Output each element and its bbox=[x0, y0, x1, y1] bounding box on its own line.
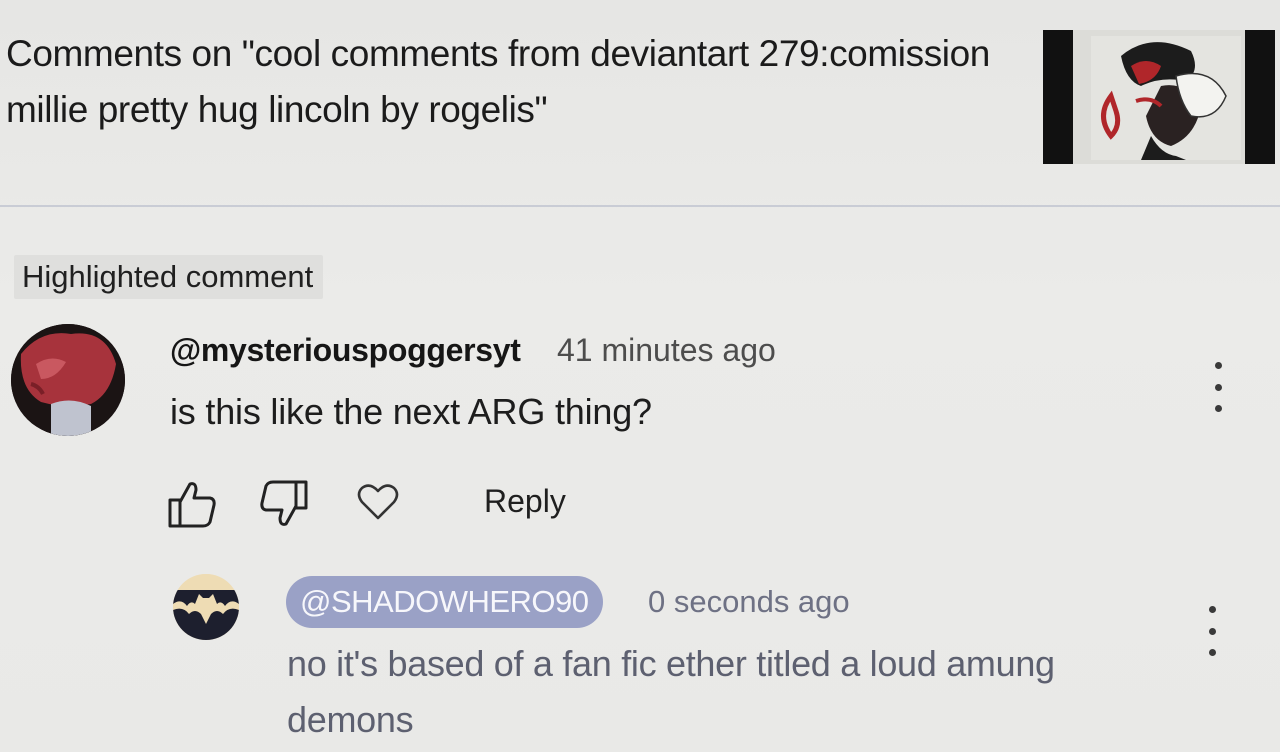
menu-dot bbox=[1214, 405, 1222, 412]
comment-author[interactable]: @mysteriouspoggersyt bbox=[170, 328, 521, 372]
more-vert-icon[interactable] bbox=[1208, 362, 1228, 412]
like-icon[interactable] bbox=[166, 478, 218, 530]
comment-text: is this like the next ARG thing? bbox=[170, 391, 652, 432]
heart-icon[interactable] bbox=[356, 482, 400, 522]
avatar[interactable] bbox=[11, 324, 125, 436]
reply-avatar[interactable] bbox=[173, 574, 239, 640]
reply-author[interactable]: @SHADOWHERO90 bbox=[286, 576, 603, 628]
page-title: Comments on "cool comments from devianta… bbox=[6, 33, 990, 130]
menu-dot bbox=[1214, 362, 1222, 369]
reply-text: no it's based of a fan fic ether titled … bbox=[287, 643, 1055, 740]
menu-dot bbox=[1208, 606, 1216, 613]
more-vert-icon[interactable] bbox=[1202, 606, 1222, 656]
menu-dot bbox=[1214, 383, 1222, 391]
comments-page: Comments on "cool comments from devianta… bbox=[0, 0, 1280, 752]
header-divider bbox=[0, 205, 1280, 207]
batman-logo-icon bbox=[173, 574, 239, 640]
thumbnail-letterbox-left bbox=[1043, 30, 1073, 164]
reply-timestamp[interactable]: 0 seconds ago bbox=[648, 580, 850, 624]
menu-dot bbox=[1208, 627, 1216, 635]
reply-button[interactable]: Reply bbox=[484, 478, 566, 524]
thumbnail-letterbox-right bbox=[1245, 30, 1275, 164]
thumbnail-artwork bbox=[1091, 36, 1241, 160]
comment-timestamp[interactable]: 41 minutes ago bbox=[557, 328, 776, 372]
highlighted-comment-badge: Highlighted comment bbox=[14, 255, 324, 299]
video-thumbnail[interactable] bbox=[1043, 30, 1275, 164]
dislike-icon[interactable] bbox=[258, 478, 310, 530]
avatar-image bbox=[11, 324, 125, 436]
menu-dot bbox=[1208, 649, 1216, 656]
